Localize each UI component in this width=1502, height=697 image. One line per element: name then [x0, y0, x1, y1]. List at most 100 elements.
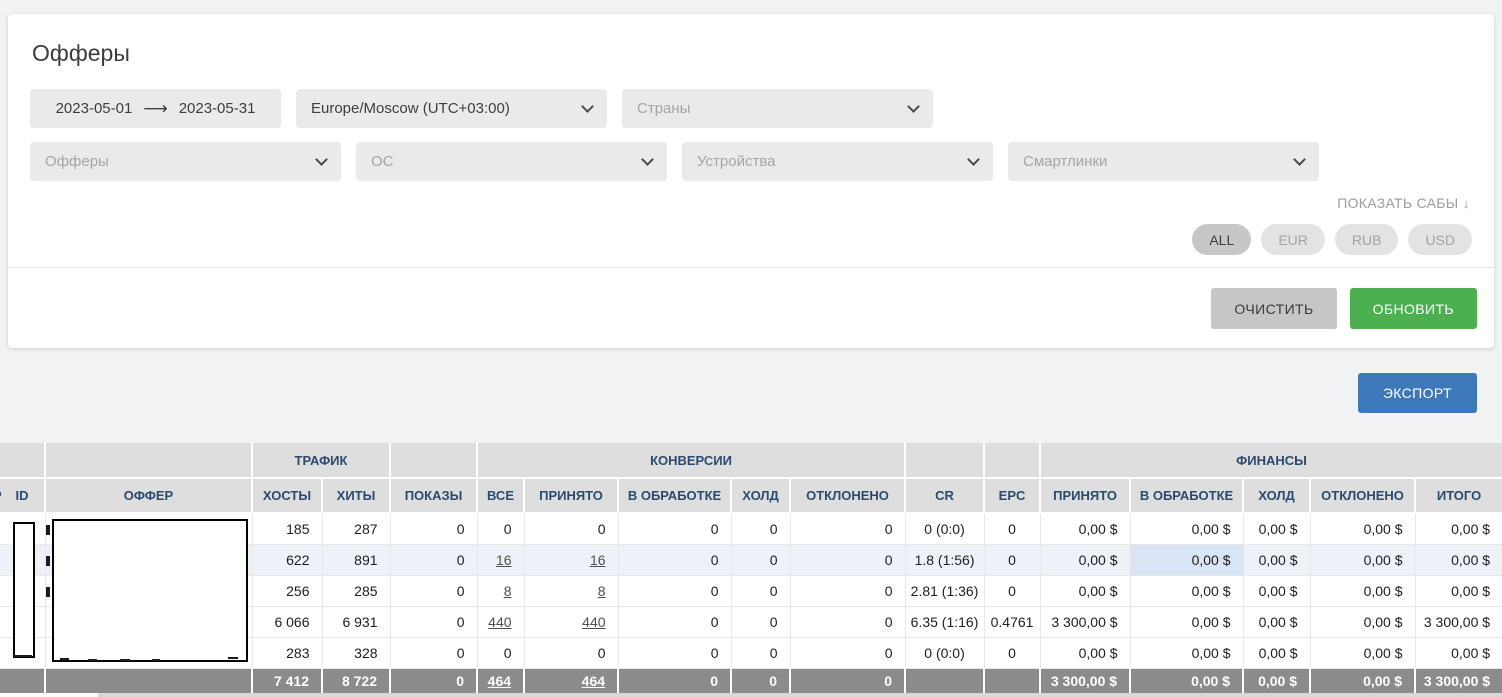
column-header-shows[interactable]: ПОКАЗЫ: [390, 478, 477, 513]
cell-fin_total: 0,00 $: [1415, 575, 1502, 606]
cell-shows: 0: [390, 668, 477, 693]
devices-select[interactable]: Устройства: [682, 142, 993, 181]
column-header-fin_processing[interactable]: В ОБРАБОТКЕ: [1130, 478, 1243, 513]
filter-card: Офферы 2023-05-01 ⟶ 2023-05-31 Europe/Mo…: [8, 14, 1494, 348]
column-header-id[interactable]: IDР: [0, 478, 45, 513]
cell-hosts: 622: [252, 544, 322, 575]
countries-select[interactable]: Страны: [622, 89, 933, 128]
cell-declined: 0: [790, 606, 905, 637]
horizontal-scrollbar[interactable]: [98, 693, 1502, 697]
redaction-box: [13, 522, 35, 658]
cell-accepted: 464: [524, 668, 618, 693]
chevron-down-icon: [967, 153, 980, 166]
column-header-cr[interactable]: CR: [905, 478, 984, 513]
filter-row-2: Офферы ОС Устройства Смартлинки: [30, 142, 1474, 181]
offers-table: ТРАФИККОНВЕРСИИФИНАНСЫIDРОФФЕРХОСТЫХИТЫП…: [0, 443, 1502, 697]
cell-shows: 0: [390, 606, 477, 637]
column-header-accepted[interactable]: ПРИНЯТО: [524, 478, 618, 513]
column-header-offer[interactable]: ОФФЕР: [45, 478, 252, 513]
cell-all: 464: [477, 668, 524, 693]
show-subs-toggle[interactable]: ПОКАЗАТЬ САБЫ ↓: [1337, 195, 1470, 211]
column-header-hosts[interactable]: ХОСТЫ: [252, 478, 322, 513]
cell-epc: 0: [984, 513, 1040, 544]
cell-all: 16: [477, 544, 524, 575]
page-title: Офферы: [32, 40, 1474, 67]
cell-all: 8: [477, 575, 524, 606]
column-header-all[interactable]: ВСЕ: [477, 478, 524, 513]
cell-fin_hold: 0,00 $: [1243, 668, 1310, 693]
redaction-artifact: [14, 655, 32, 657]
cell-hosts: 6 066: [252, 606, 322, 637]
column-header-fin_total[interactable]: ИТОГО: [1415, 478, 1502, 513]
clear-button[interactable]: ОЧИСТИТЬ: [1211, 288, 1336, 329]
column-group-spacer: [984, 443, 1040, 478]
cell-fin_accepted: 0,00 $: [1040, 544, 1130, 575]
column-header-fin_accepted[interactable]: ПРИНЯТО: [1040, 478, 1130, 513]
conversions-link[interactable]: 8: [504, 583, 512, 599]
column-header-epc[interactable]: EPC: [984, 478, 1040, 513]
cell-epc: 0: [984, 575, 1040, 606]
chevron-down-icon: [641, 153, 654, 166]
column-group-traffic: ТРАФИК: [252, 443, 390, 478]
cell-fin_total: 3 300,00 $: [1415, 668, 1502, 693]
os-select[interactable]: ОС: [356, 142, 667, 181]
offers-select[interactable]: Офферы: [30, 142, 341, 181]
column-header-processing[interactable]: В ОБРАБОТКЕ: [618, 478, 731, 513]
cell-processing: 0: [618, 575, 731, 606]
conversions-link[interactable]: 440: [488, 614, 511, 630]
cell-declined: 0: [790, 668, 905, 693]
cell-id: [0, 668, 45, 693]
cell-fin_processing: 0,00 $: [1130, 575, 1243, 606]
cell-processing: 0: [618, 637, 731, 668]
date-range-input[interactable]: 2023-05-01 ⟶ 2023-05-31: [30, 89, 281, 128]
column-header-declined[interactable]: ОТКЛОНЕНО: [790, 478, 905, 513]
currency-pill-rub[interactable]: RUB: [1335, 224, 1399, 255]
timezone-select[interactable]: Europe/Moscow (UTC+03:00): [296, 89, 607, 128]
smartlinks-select[interactable]: Смартлинки: [1008, 142, 1319, 181]
cell-hits: 8 722: [322, 668, 390, 693]
conversions-link[interactable]: 8: [598, 583, 606, 599]
clipped-column-fragment: Р: [0, 488, 2, 503]
cell-shows: 0: [390, 513, 477, 544]
conversions-link[interactable]: 16: [496, 552, 512, 568]
cell-cr: 2.81 (1:36): [905, 575, 984, 606]
column-group-finances: ФИНАНСЫ: [1040, 443, 1502, 478]
column-group-spacer: [0, 443, 45, 478]
currency-pill-eur[interactable]: EUR: [1261, 224, 1325, 255]
cell-fin_processing: 0,00 $: [1130, 637, 1243, 668]
currency-pill-usd[interactable]: USD: [1408, 224, 1472, 255]
chevron-down-icon: [581, 100, 594, 113]
countries-placeholder: Страны: [637, 100, 690, 117]
arrow-down-icon: ↓: [1463, 195, 1470, 211]
column-group-spacer: [905, 443, 984, 478]
currency-pill-all[interactable]: ALL: [1192, 224, 1251, 255]
redaction-artifact: [88, 659, 97, 661]
conversions-link[interactable]: 440: [582, 614, 605, 630]
column-header-hits[interactable]: ХИТЫ: [322, 478, 390, 513]
export-button[interactable]: ЭКСПОРТ: [1358, 373, 1477, 413]
conversions-link[interactable]: 464: [488, 673, 511, 689]
redaction-artifact: [46, 587, 50, 597]
column-header-hold[interactable]: ХОЛД: [731, 478, 790, 513]
devices-placeholder: Устройства: [697, 153, 775, 170]
cell-cr: 0 (0:0): [905, 637, 984, 668]
cell-declined: 0: [790, 513, 905, 544]
refresh-button[interactable]: ОБНОВИТЬ: [1350, 288, 1477, 329]
os-placeholder: ОС: [371, 153, 394, 170]
conversions-link[interactable]: 16: [590, 552, 606, 568]
conversions-link[interactable]: 464: [582, 673, 605, 689]
cell-offer: [45, 668, 252, 693]
cell-epc: [984, 668, 1040, 693]
filter-actions: ОЧИСТИТЬ ОБНОВИТЬ: [1211, 288, 1477, 329]
cell-fin_declined: 0,00 $: [1310, 668, 1415, 693]
cell-fin_declined: 0,00 $: [1310, 606, 1415, 637]
cell-fin_declined: 0,00 $: [1310, 637, 1415, 668]
column-header-fin_hold[interactable]: ХОЛД: [1243, 478, 1310, 513]
column-header-fin_declined[interactable]: ОТКЛОНЕНО: [1310, 478, 1415, 513]
cell-shows: 0: [390, 637, 477, 668]
cell-cr: 6.35 (1:16): [905, 606, 984, 637]
cell-declined: 0: [790, 637, 905, 668]
chevron-down-icon: [1293, 153, 1306, 166]
card-divider: [8, 267, 1494, 268]
offers-placeholder: Офферы: [45, 153, 109, 170]
